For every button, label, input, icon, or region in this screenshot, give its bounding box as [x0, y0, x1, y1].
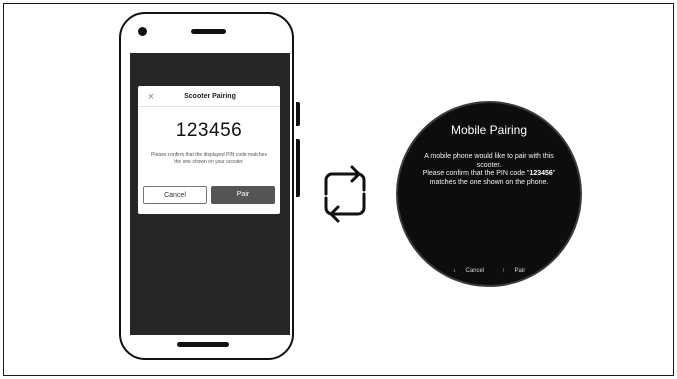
home-indicator [177, 342, 229, 347]
display-message-line: Please confirm that the PIN code "123456… [410, 170, 568, 179]
display-title: Mobile Pairing [450, 123, 528, 137]
dialog-divider [138, 106, 280, 107]
sync-arrows-icon [324, 165, 366, 223]
volume-button [296, 102, 300, 126]
display-message-suffix: " [552, 170, 556, 177]
display-cancel-action[interactable]: ↓ Cancel [449, 268, 488, 274]
close-icon[interactable]: × [146, 92, 156, 103]
display-message-line: scooter. [476, 161, 502, 169]
display-actions: ↓ Cancel ↑ Pair [396, 268, 582, 274]
display-pin-code: 123456 [529, 170, 553, 177]
power-button [296, 139, 300, 197]
arrow-down-icon: ↓ [452, 268, 456, 274]
pin-code: 123456 [175, 120, 243, 141]
cancel-button[interactable]: Cancel [143, 186, 207, 204]
display-cancel-label: Cancel [465, 268, 485, 274]
display-message-line: A mobile phone would like to pair with t… [424, 153, 554, 160]
arrow-up-icon: ↑ [501, 268, 505, 274]
dialog-message: Please confirm that the displayed PIN co… [144, 152, 274, 165]
display-message-prefix: Please confirm that the PIN code " [422, 170, 530, 177]
display-message: A mobile phone would like to pair with t… [410, 153, 568, 187]
display-pair-action[interactable]: ↑ Pair [498, 268, 529, 274]
dialog-message-line: Please confirm that the displayed PIN co… [151, 152, 267, 158]
display-pair-label: Pair [514, 268, 526, 274]
dialog-title: Scooter Pairing [184, 93, 236, 100]
pair-button[interactable]: Pair [211, 186, 275, 204]
speaker-grille [191, 29, 226, 34]
dialog-message-line: the one shown on your scooter. [174, 158, 244, 165]
front-camera-icon [138, 27, 147, 36]
display-message-line: matches the one shown on the phone. [429, 178, 549, 186]
